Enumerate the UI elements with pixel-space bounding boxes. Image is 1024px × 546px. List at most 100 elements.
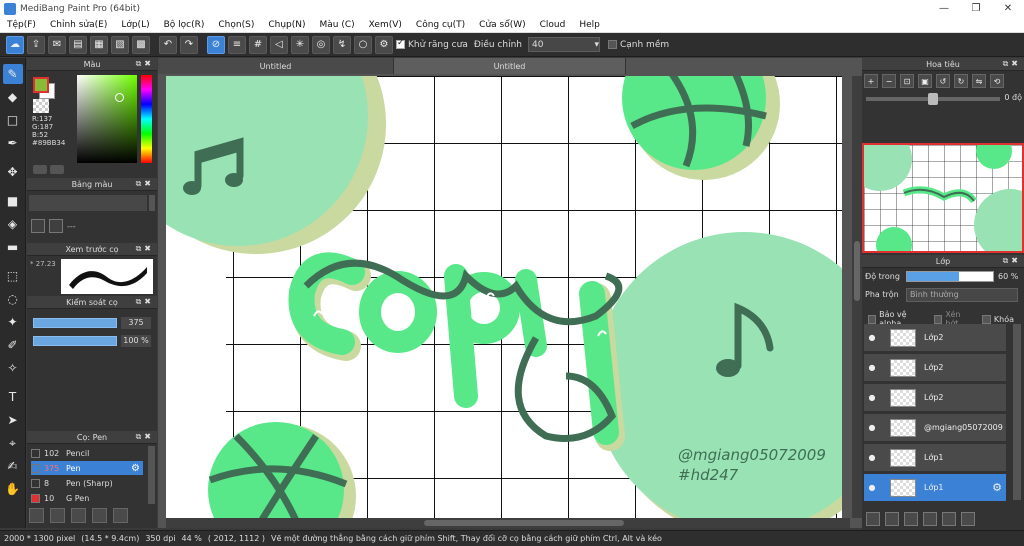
snap-grid-icon[interactable]: # — [249, 35, 267, 54]
layer-folder-icon[interactable] — [942, 512, 956, 526]
rotation-slider-knob[interactable] — [928, 93, 938, 105]
actual-size-icon[interactable]: ▣ — [918, 74, 932, 88]
menu-file[interactable]: Tệp(F) — [0, 20, 43, 30]
menu-snap[interactable]: Chụp(N) — [261, 20, 312, 30]
gradient-tool-icon[interactable]: ▬ — [3, 237, 23, 257]
cloud-icon[interactable]: ☁ — [6, 35, 24, 54]
panel-buttons[interactable]: ⧉✖ — [136, 59, 154, 69]
protect-alpha-checkbox[interactable] — [868, 314, 877, 324]
brush-item[interactable]: 102 Pencil — [31, 446, 143, 460]
lasso-tool-icon[interactable]: ◌ — [3, 289, 23, 309]
flip-icon[interactable]: ⇋ — [972, 74, 986, 88]
menu-tools[interactable]: Công cụ(T) — [409, 20, 472, 30]
select-eraser-icon[interactable]: ✧ — [3, 358, 23, 378]
brush-item[interactable]: 10 G Pen — [31, 491, 143, 505]
adjust-select[interactable]: 40 ▾ — [527, 37, 600, 52]
palette-swatch-area[interactable] — [29, 195, 147, 211]
rotate-left-icon[interactable]: ↺ — [936, 74, 950, 88]
redo-icon[interactable]: ↷ — [180, 35, 198, 54]
copy-brush-icon[interactable] — [92, 508, 107, 523]
fit-icon[interactable]: ⊡ — [900, 74, 914, 88]
dot-tool-icon[interactable]: ✒ — [3, 133, 23, 153]
zoom-out-icon[interactable]: − — [882, 74, 896, 88]
file-icon[interactable]: ▦ — [90, 35, 108, 54]
menu-cloud[interactable]: Cloud — [533, 20, 573, 30]
palette-scrollbar[interactable] — [149, 195, 155, 211]
panel-buttons[interactable]: ⧉✖ — [136, 179, 154, 189]
eraser-tool-icon[interactable]: ◆ — [3, 87, 23, 107]
add-brush-icon[interactable] — [29, 508, 44, 523]
rect-tool-icon[interactable]: □ — [3, 110, 23, 130]
bucket-tool-icon[interactable]: ◈ — [3, 214, 23, 234]
eyedropper-tool-icon[interactable]: ⌖ — [3, 433, 23, 453]
blend-mode-select[interactable]: Bình thường — [906, 288, 1018, 302]
brush-size-slider[interactable] — [33, 318, 117, 328]
clipping-checkbox[interactable] — [934, 314, 943, 324]
eye-icon[interactable]: ● — [866, 333, 878, 342]
hand-tool-icon[interactable]: ✋ — [3, 479, 23, 499]
move-tool-icon[interactable]: ✥ — [3, 162, 23, 182]
panel-buttons[interactable]: ⧉✖ — [1003, 256, 1021, 266]
layer-row[interactable]: ● Lớp2 — [864, 324, 1006, 352]
select-pen-icon[interactable]: ✐ — [3, 335, 23, 355]
panel-buttons[interactable]: ⧉✖ — [136, 432, 154, 442]
brush-list-scrollbar[interactable] — [148, 446, 155, 504]
color-picker-cursor[interactable] — [115, 93, 124, 102]
menu-edit[interactable]: Chỉnh sửa(E) — [43, 20, 114, 30]
snap-concentric-icon[interactable]: ◎ — [312, 35, 330, 54]
select-tool-icon[interactable]: ⬚ — [3, 266, 23, 286]
menu-layer[interactable]: Lớp(L) — [114, 20, 156, 30]
canvas-vertical-scrollbar[interactable] — [852, 76, 862, 518]
scroll-thumb[interactable] — [854, 241, 860, 301]
menu-filter[interactable]: Bộ lọc(R) — [157, 20, 212, 30]
foreground-color-swatch[interactable] — [33, 77, 49, 93]
folder-icon[interactable] — [113, 508, 128, 523]
color-swap-button[interactable] — [50, 165, 64, 174]
menu-view[interactable]: Xem(V) — [362, 20, 409, 30]
brush-menu-icon[interactable] — [71, 508, 86, 523]
delete-palette-icon[interactable] — [49, 219, 63, 233]
document-tab[interactable]: Untitled — [158, 58, 394, 74]
new-layer-icon[interactable] — [866, 512, 880, 526]
new-1bit-layer-icon[interactable] — [904, 512, 918, 526]
new-palette-icon[interactable] — [31, 219, 45, 233]
menu-color[interactable]: Màu (C) — [313, 20, 362, 30]
magic-wand-icon[interactable]: ✦ — [3, 312, 23, 332]
navigator-thumbnail[interactable] — [862, 143, 1024, 253]
brush-tool-icon[interactable]: ✎ — [2, 64, 23, 84]
snap-circle-icon[interactable]: ○ — [354, 35, 372, 54]
eye-icon[interactable]: ● — [866, 393, 878, 402]
layer-list-scrollbar[interactable] — [1013, 324, 1021, 500]
lock-checkbox[interactable] — [981, 314, 991, 324]
color-mode-button[interactable] — [33, 165, 47, 174]
snap-curve-icon[interactable]: ↯ — [333, 35, 351, 54]
pen-tool-icon[interactable]: ✍ — [3, 456, 23, 476]
hue-slider[interactable] — [141, 75, 152, 163]
undo-icon[interactable]: ↶ — [159, 35, 177, 54]
menu-window[interactable]: Cửa sổ(W) — [472, 20, 532, 30]
document-icon[interactable]: ▤ — [69, 35, 87, 54]
menu-help[interactable]: Help — [572, 20, 607, 30]
brush-item-selected[interactable]: 375 Pen ⚙ — [31, 461, 143, 475]
gear-icon[interactable]: ⚙ — [131, 463, 140, 474]
layer-row[interactable]: ● @mgiang05072009 — [864, 414, 1006, 442]
layer-row-selected[interactable]: ● Lớp1 ⚙ — [864, 474, 1006, 502]
layer-row[interactable]: ● Lớp2 — [864, 354, 1006, 382]
antialias-checkbox[interactable] — [396, 38, 405, 49]
snap-parallel-icon[interactable]: ≡ — [228, 35, 246, 54]
eye-icon[interactable]: ● — [866, 423, 878, 432]
close-button[interactable]: ✕ — [992, 0, 1024, 17]
minimize-button[interactable]: — — [928, 0, 960, 17]
drawing-canvas[interactable]: @mgiang05072009 #hd247 — [166, 76, 842, 518]
operation-tool-icon[interactable]: ➤ — [3, 410, 23, 430]
gear-icon[interactable]: ⚙ — [992, 481, 1002, 494]
layer-opacity-slider[interactable] — [906, 271, 994, 282]
brush-item[interactable]: 8 Pen (Sharp) — [31, 476, 143, 490]
zoom-in-icon[interactable]: + — [864, 74, 878, 88]
layer-row[interactable]: ● Lớp1 — [864, 444, 1006, 472]
new-8bit-layer-icon[interactable] — [885, 512, 899, 526]
scroll-thumb[interactable] — [424, 520, 624, 526]
brush-opacity-value[interactable]: 100 % — [121, 335, 151, 347]
snap-settings-icon[interactable]: ⚙ — [375, 35, 393, 54]
tiles-icon[interactable]: ▩ — [132, 35, 150, 54]
